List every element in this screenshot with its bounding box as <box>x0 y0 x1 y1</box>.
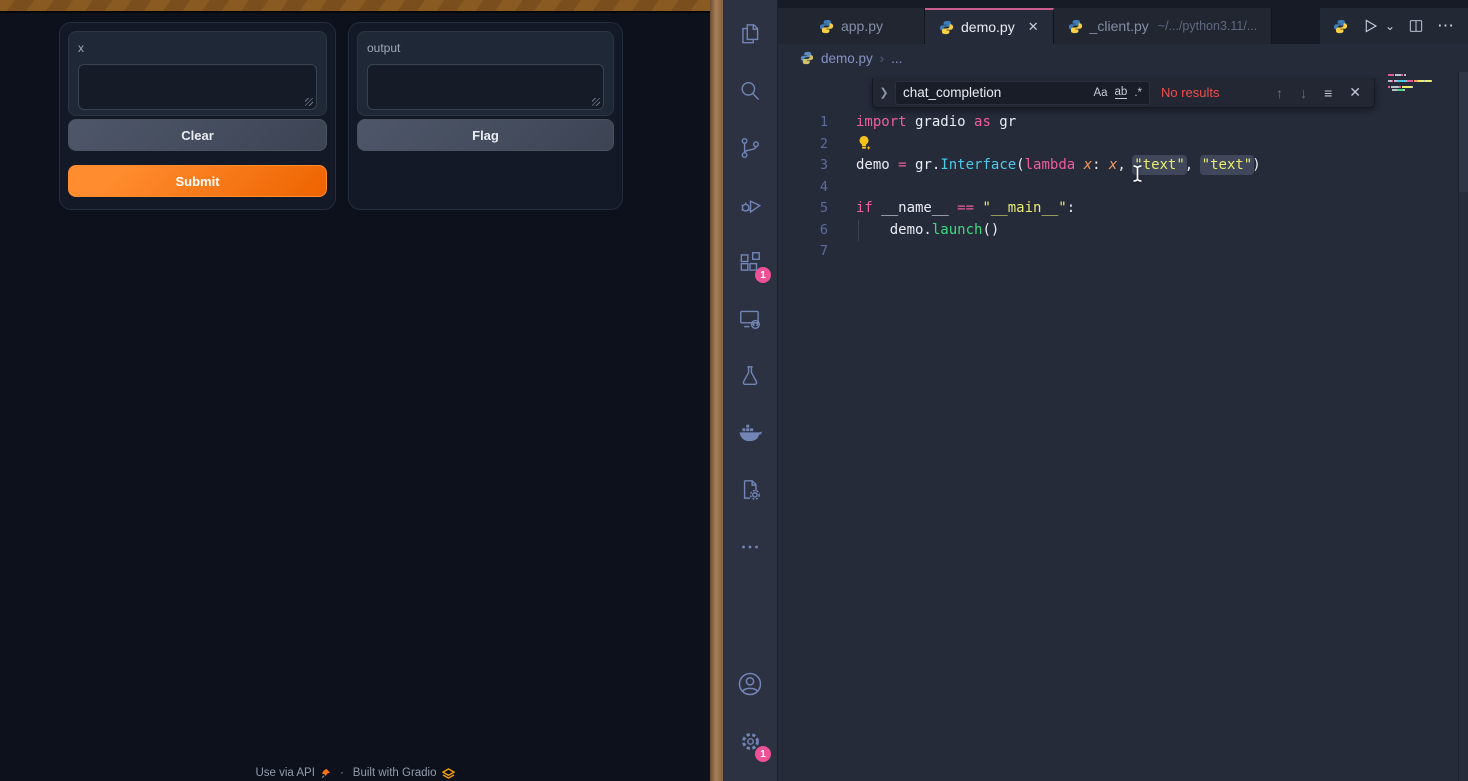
gradio-app-pane: x Clear Submit output Flag Use via API · <box>0 0 710 781</box>
settings-badge: 1 <box>755 746 771 762</box>
toggle-replace-chevron-icon[interactable]: ❯ <box>873 86 895 99</box>
find-nav: ↑ ↓ ≡ ✕ <box>1276 84 1374 101</box>
match-case-icon[interactable]: Aa <box>1093 87 1107 99</box>
progress-stripe-bar <box>0 0 710 13</box>
find-input[interactable]: chat_completion Aa ab .* <box>895 81 1150 105</box>
output-textarea[interactable] <box>367 64 604 110</box>
close-find-icon[interactable]: ✕ <box>1349 84 1361 101</box>
line-number: 1 <box>778 112 828 134</box>
code-editor[interactable]: ❯ chat_completion Aa ab .* No results ↑ … <box>778 72 1468 781</box>
resize-handle-icon[interactable] <box>592 98 600 106</box>
code-line[interactable]: 4 <box>778 177 1456 199</box>
tab-label: app.py <box>841 18 883 34</box>
python-interpreter-icon[interactable] <box>1333 19 1348 34</box>
tab-description: ~/.../python3.11/... <box>1158 19 1258 33</box>
more-views-icon[interactable] <box>726 523 774 571</box>
line-number: 6 <box>778 220 828 242</box>
flag-button[interactable]: Flag <box>357 119 614 151</box>
run-button[interactable] <box>1361 17 1379 35</box>
previous-match-icon[interactable]: ↑ <box>1276 85 1283 101</box>
extensions-badge: 1 <box>755 267 771 283</box>
api-rocket-icon <box>320 768 331 779</box>
next-match-icon[interactable]: ↓ <box>1300 85 1307 101</box>
editor-actions: ⌄ ⋯ <box>1320 8 1468 44</box>
line-number: 7 <box>778 241 828 263</box>
resize-handle-icon[interactable] <box>305 98 313 106</box>
breadcrumb-more[interactable]: ... <box>891 51 902 66</box>
split-editor-icon[interactable] <box>1408 18 1424 34</box>
code-line[interactable]: 6 demo.launch() <box>778 220 1456 242</box>
search-icon[interactable] <box>726 67 774 115</box>
tab-demo-py[interactable]: demo.py ✕ <box>925 8 1054 44</box>
window-divider[interactable] <box>710 0 723 781</box>
built-with-gradio-link[interactable]: Built with Gradio <box>353 767 455 779</box>
python-file-icon <box>819 19 834 34</box>
tab-bar: app.py demo.py ✕ _client.py ~/.../python… <box>778 0 1468 44</box>
source-control-icon[interactable] <box>726 124 774 172</box>
line-number: 3 <box>778 155 828 177</box>
tab-label: demo.py <box>961 19 1015 35</box>
line-number: 2 <box>778 134 828 156</box>
line-number: 4 <box>778 177 828 199</box>
breadcrumb[interactable]: demo.py › ... <box>778 44 1468 72</box>
activity-bar: 1 1 <box>723 0 778 781</box>
code-line[interactable]: 3demo = gr.Interface(lambda x: x, "text"… <box>778 155 1456 177</box>
tab-label: _client.py <box>1090 18 1149 34</box>
find-results-text: No results <box>1161 85 1220 100</box>
editor-shell: app.py demo.py ✕ _client.py ~/.../python… <box>778 0 1468 781</box>
output-column-group: output Flag <box>348 22 623 210</box>
minimap[interactable] <box>1388 74 1448 95</box>
input-block: x <box>68 31 327 116</box>
gradio-footer: Use via API · Built with Gradio <box>0 767 710 780</box>
input-label: x <box>78 41 317 55</box>
code-line[interactable]: 1import gradio as gr <box>778 112 1456 134</box>
more-actions-icon[interactable]: ⋯ <box>1437 16 1455 36</box>
regex-icon[interactable]: .* <box>1134 87 1142 99</box>
run-and-debug-icon[interactable] <box>726 181 774 229</box>
code-line[interactable]: 2 <box>778 134 1456 156</box>
input-textarea[interactable] <box>78 64 317 110</box>
scrollbar-thumb[interactable] <box>1459 72 1468 192</box>
breadcrumb-file[interactable]: demo.py <box>821 51 873 66</box>
code-line[interactable]: 7 <box>778 241 1456 263</box>
line-number: 5 <box>778 198 828 220</box>
python-file-icon <box>939 20 954 35</box>
submit-button[interactable]: Submit <box>68 165 327 197</box>
tab-close-icon[interactable]: ✕ <box>1028 19 1039 35</box>
explorer-icon[interactable] <box>726 10 774 58</box>
docker-icon[interactable] <box>726 409 774 457</box>
code-area: 1import gradio as gr23demo = gr.Interfac… <box>778 112 1456 263</box>
output-label: output <box>367 41 604 55</box>
extensions-icon[interactable]: 1 <box>726 238 774 286</box>
python-file-icon <box>800 51 814 65</box>
find-widget: ❯ chat_completion Aa ab .* No results ↑ … <box>872 78 1375 108</box>
tab-client-py[interactable]: _client.py ~/.../python3.11/... <box>1054 8 1273 44</box>
scrollbar-track[interactable] <box>1458 72 1468 781</box>
clear-button[interactable]: Clear <box>68 119 327 151</box>
settings-gear-icon[interactable]: 1 <box>726 717 774 765</box>
run-dropdown-chevron-icon[interactable]: ⌄ <box>1385 19 1395 33</box>
account-icon[interactable] <box>726 660 774 708</box>
use-via-api-label: Use via API <box>255 767 314 779</box>
tab-app-py[interactable]: app.py <box>778 8 925 44</box>
testing-beaker-icon[interactable] <box>726 352 774 400</box>
find-query-text: chat_completion <box>903 85 1086 100</box>
use-via-api-link[interactable]: Use via API <box>255 767 330 779</box>
whole-word-icon[interactable]: ab <box>1115 86 1128 99</box>
find-in-selection-icon[interactable]: ≡ <box>1324 85 1332 101</box>
breadcrumb-separator: › <box>880 51 884 66</box>
code-line[interactable]: 5if __name__ == "__main__": <box>778 198 1456 220</box>
input-column-group: x Clear Submit <box>59 22 336 210</box>
python-file-icon <box>1068 19 1083 34</box>
lightbulb-icon[interactable] <box>856 135 872 151</box>
built-with-gradio-label: Built with Gradio <box>353 767 437 779</box>
output-block: output <box>357 31 614 116</box>
task-runner-icon[interactable] <box>726 466 774 514</box>
vscode-window: 1 1 app.py <box>723 0 1468 781</box>
gradio-logo-icon <box>442 768 455 779</box>
footer-dot: · <box>340 767 344 779</box>
remote-explorer-icon[interactable] <box>726 295 774 343</box>
gradio-interface: x Clear Submit output Flag <box>59 22 623 210</box>
